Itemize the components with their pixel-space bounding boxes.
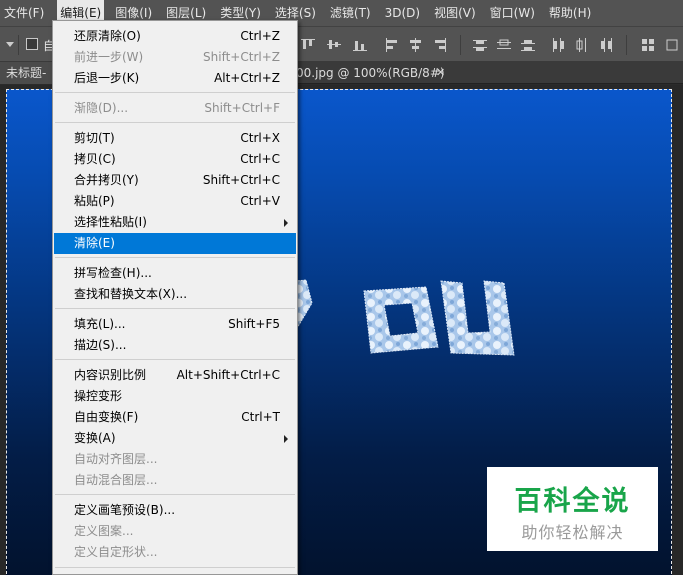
tool-preset-dropdown-icon[interactable]	[6, 42, 14, 47]
menu-item-puppet-warp[interactable]: 操控变形	[54, 386, 296, 407]
menu-item-define-custom-shape[interactable]: 定义自定形状...	[54, 542, 296, 563]
menu-item-cut[interactable]: 剪切(T) Ctrl+X	[54, 128, 296, 149]
menu-item-label: 操控变形	[74, 389, 123, 403]
divider	[460, 35, 461, 55]
menu-item-fill[interactable]: 填充(L)... Shift+F5	[54, 314, 296, 335]
menu-item-fade[interactable]: 渐隐(D)... Shift+Ctrl+F	[54, 98, 296, 119]
document-tab-untitled[interactable]: 未标题-	[0, 62, 52, 84]
menu-item-step-forward[interactable]: 前进一步(W) Shift+Ctrl+Z	[54, 47, 296, 68]
close-icon[interactable]: ✕	[436, 62, 445, 84]
menu-item-stroke[interactable]: 描边(S)...	[54, 335, 296, 356]
menu-separator	[55, 494, 295, 495]
align-right-edges-icon[interactable]	[432, 37, 448, 53]
align-horizontal-centers-icon[interactable]	[408, 37, 424, 53]
menu-filter[interactable]: 滤镜(T)	[327, 0, 374, 26]
menu-item-auto-blend-layers[interactable]: 自动混合图层...	[54, 470, 296, 491]
distribute-top-icon[interactable]	[472, 37, 488, 53]
menu-separator	[55, 92, 295, 93]
menu-item-copy[interactable]: 拷贝(C) Ctrl+C	[54, 149, 296, 170]
menu-item-shortcut: Shift+Ctrl+Z	[203, 50, 280, 64]
submenu-arrow-icon	[284, 435, 288, 443]
align-vertical-centers-icon[interactable]	[326, 37, 342, 53]
distribute-horizontal-centers-icon[interactable]	[574, 37, 590, 53]
menu-item-step-backward[interactable]: 后退一步(K) Alt+Ctrl+Z	[54, 68, 296, 89]
menu-item-shortcut: Alt+Shift+Ctrl+C	[176, 368, 280, 382]
menu-item-shortcut: Ctrl+C	[240, 152, 280, 166]
distribute-left-icon[interactable]	[550, 37, 566, 53]
distribute-right-icon[interactable]	[598, 37, 614, 53]
auto-align-layers-icon[interactable]	[640, 37, 656, 53]
menu-item-label: 后退一步(K)	[74, 71, 140, 85]
menu-separator	[55, 122, 295, 123]
menu-item-label: 粘贴(P)	[74, 194, 115, 208]
menu-item-clear[interactable]: 清除(E)	[54, 233, 296, 254]
menu-item-paste[interactable]: 粘贴(P) Ctrl+V	[54, 191, 296, 212]
menu-item-label: 合并拷贝(Y)	[74, 173, 139, 187]
menu-item-free-transform[interactable]: 自由变换(F) Ctrl+T	[54, 407, 296, 428]
menu-item-copy-merged[interactable]: 合并拷贝(Y) Shift+Ctrl+C	[54, 170, 296, 191]
menu-item-label: 拷贝(C)	[74, 152, 116, 166]
menu-item-label: 选择性粘贴(I)	[74, 215, 147, 229]
menu-item-label: 查找和替换文本(X)...	[74, 287, 188, 301]
divider	[626, 35, 627, 55]
document-tab-image[interactable]: 00.jpg @ 100%(RGB/8#)	[296, 62, 445, 84]
menu-item-label: 描边(S)...	[74, 338, 127, 352]
align-bottom-edges-icon[interactable]	[352, 37, 368, 53]
menu-separator	[55, 567, 295, 568]
menu-item-shortcut: Ctrl+V	[240, 194, 280, 208]
menu-view[interactable]: 视图(V)	[431, 0, 479, 26]
watermark-badge: 百科全说 助你轻松解决	[487, 467, 658, 551]
submenu-arrow-icon	[284, 219, 288, 227]
menu-item-check-spelling[interactable]: 拼写检查(H)...	[54, 263, 296, 284]
watermark-title: 百科全说	[514, 486, 631, 517]
menu-item-label: 定义自定形状...	[74, 545, 158, 559]
menu-item-label: 自动对齐图层...	[74, 452, 158, 466]
menu-item-define-brush-preset[interactable]: 定义画笔预设(B)...	[54, 500, 296, 521]
divider	[18, 35, 19, 55]
menu-item-shortcut: Shift+Ctrl+C	[202, 173, 280, 187]
menu-separator	[55, 257, 295, 258]
menu-item-label: 剪切(T)	[74, 131, 115, 145]
menu-item-content-aware-scale[interactable]: 内容识别比例 Alt+Shift+Ctrl+C	[54, 365, 296, 386]
menu-item-label: 前进一步(W)	[74, 50, 144, 64]
menu-item-shortcut: Ctrl+Z	[240, 29, 280, 43]
menu-item-shortcut: Ctrl+X	[240, 131, 280, 145]
menu-item-label: 定义画笔预设(B)...	[74, 503, 176, 517]
menu-item-label: 变换(A)	[74, 431, 116, 445]
menu-file[interactable]: 文件(F)	[0, 0, 47, 26]
menu-item-label: 清除(E)	[74, 236, 115, 250]
menu-item-shortcut: Shift+F5	[228, 317, 280, 331]
align-left-edges-icon[interactable]	[384, 37, 400, 53]
menu-item-label: 还原清除(O)	[74, 29, 141, 43]
menu-item-transform[interactable]: 变换(A)	[54, 428, 296, 449]
menu-separator	[55, 308, 295, 309]
auto-select-checkbox[interactable]	[26, 38, 38, 50]
menu-item-shortcut: Ctrl+T	[241, 410, 280, 424]
menu-help[interactable]: 帮助(H)	[546, 0, 594, 26]
menu-separator	[55, 359, 295, 360]
distribute-bottom-icon[interactable]	[520, 37, 536, 53]
menu-item-label: 自由变换(F)	[74, 410, 139, 424]
edit-menu: 还原清除(O) Ctrl+Z 前进一步(W) Shift+Ctrl+Z 后退一步…	[52, 20, 298, 575]
menu-3d[interactable]: 3D(D)	[382, 0, 423, 26]
menu-item-paste-special[interactable]: 选择性粘贴(I)	[54, 212, 296, 233]
menu-item-label: 填充(L)...	[74, 317, 126, 331]
menu-item-label: 内容识别比例	[74, 368, 147, 382]
align-top-edges-icon[interactable]	[300, 37, 316, 53]
menu-window[interactable]: 窗口(W)	[487, 0, 538, 26]
menu-item-undo[interactable]: 还原清除(O) Ctrl+Z	[54, 26, 296, 47]
menu-item-label: 拼写检查(H)...	[74, 266, 152, 280]
menu-item-shortcut: Alt+Ctrl+Z	[214, 71, 280, 85]
3d-mode-icon[interactable]	[664, 37, 680, 53]
menu-item-define-pattern[interactable]: 定义图案...	[54, 521, 296, 542]
menu-item-shortcut: Shift+Ctrl+F	[204, 101, 280, 115]
watermark-subtitle: 助你轻松解决	[521, 523, 624, 542]
menu-item-label: 自动混合图层...	[74, 473, 158, 487]
menu-item-label: 定义图案...	[74, 524, 134, 538]
distribute-vertical-centers-icon[interactable]	[496, 37, 512, 53]
menu-item-find-replace-text[interactable]: 查找和替换文本(X)...	[54, 284, 296, 305]
menu-item-label: 渐隐(D)...	[74, 101, 129, 115]
menu-item-auto-align-layers[interactable]: 自动对齐图层...	[54, 449, 296, 470]
